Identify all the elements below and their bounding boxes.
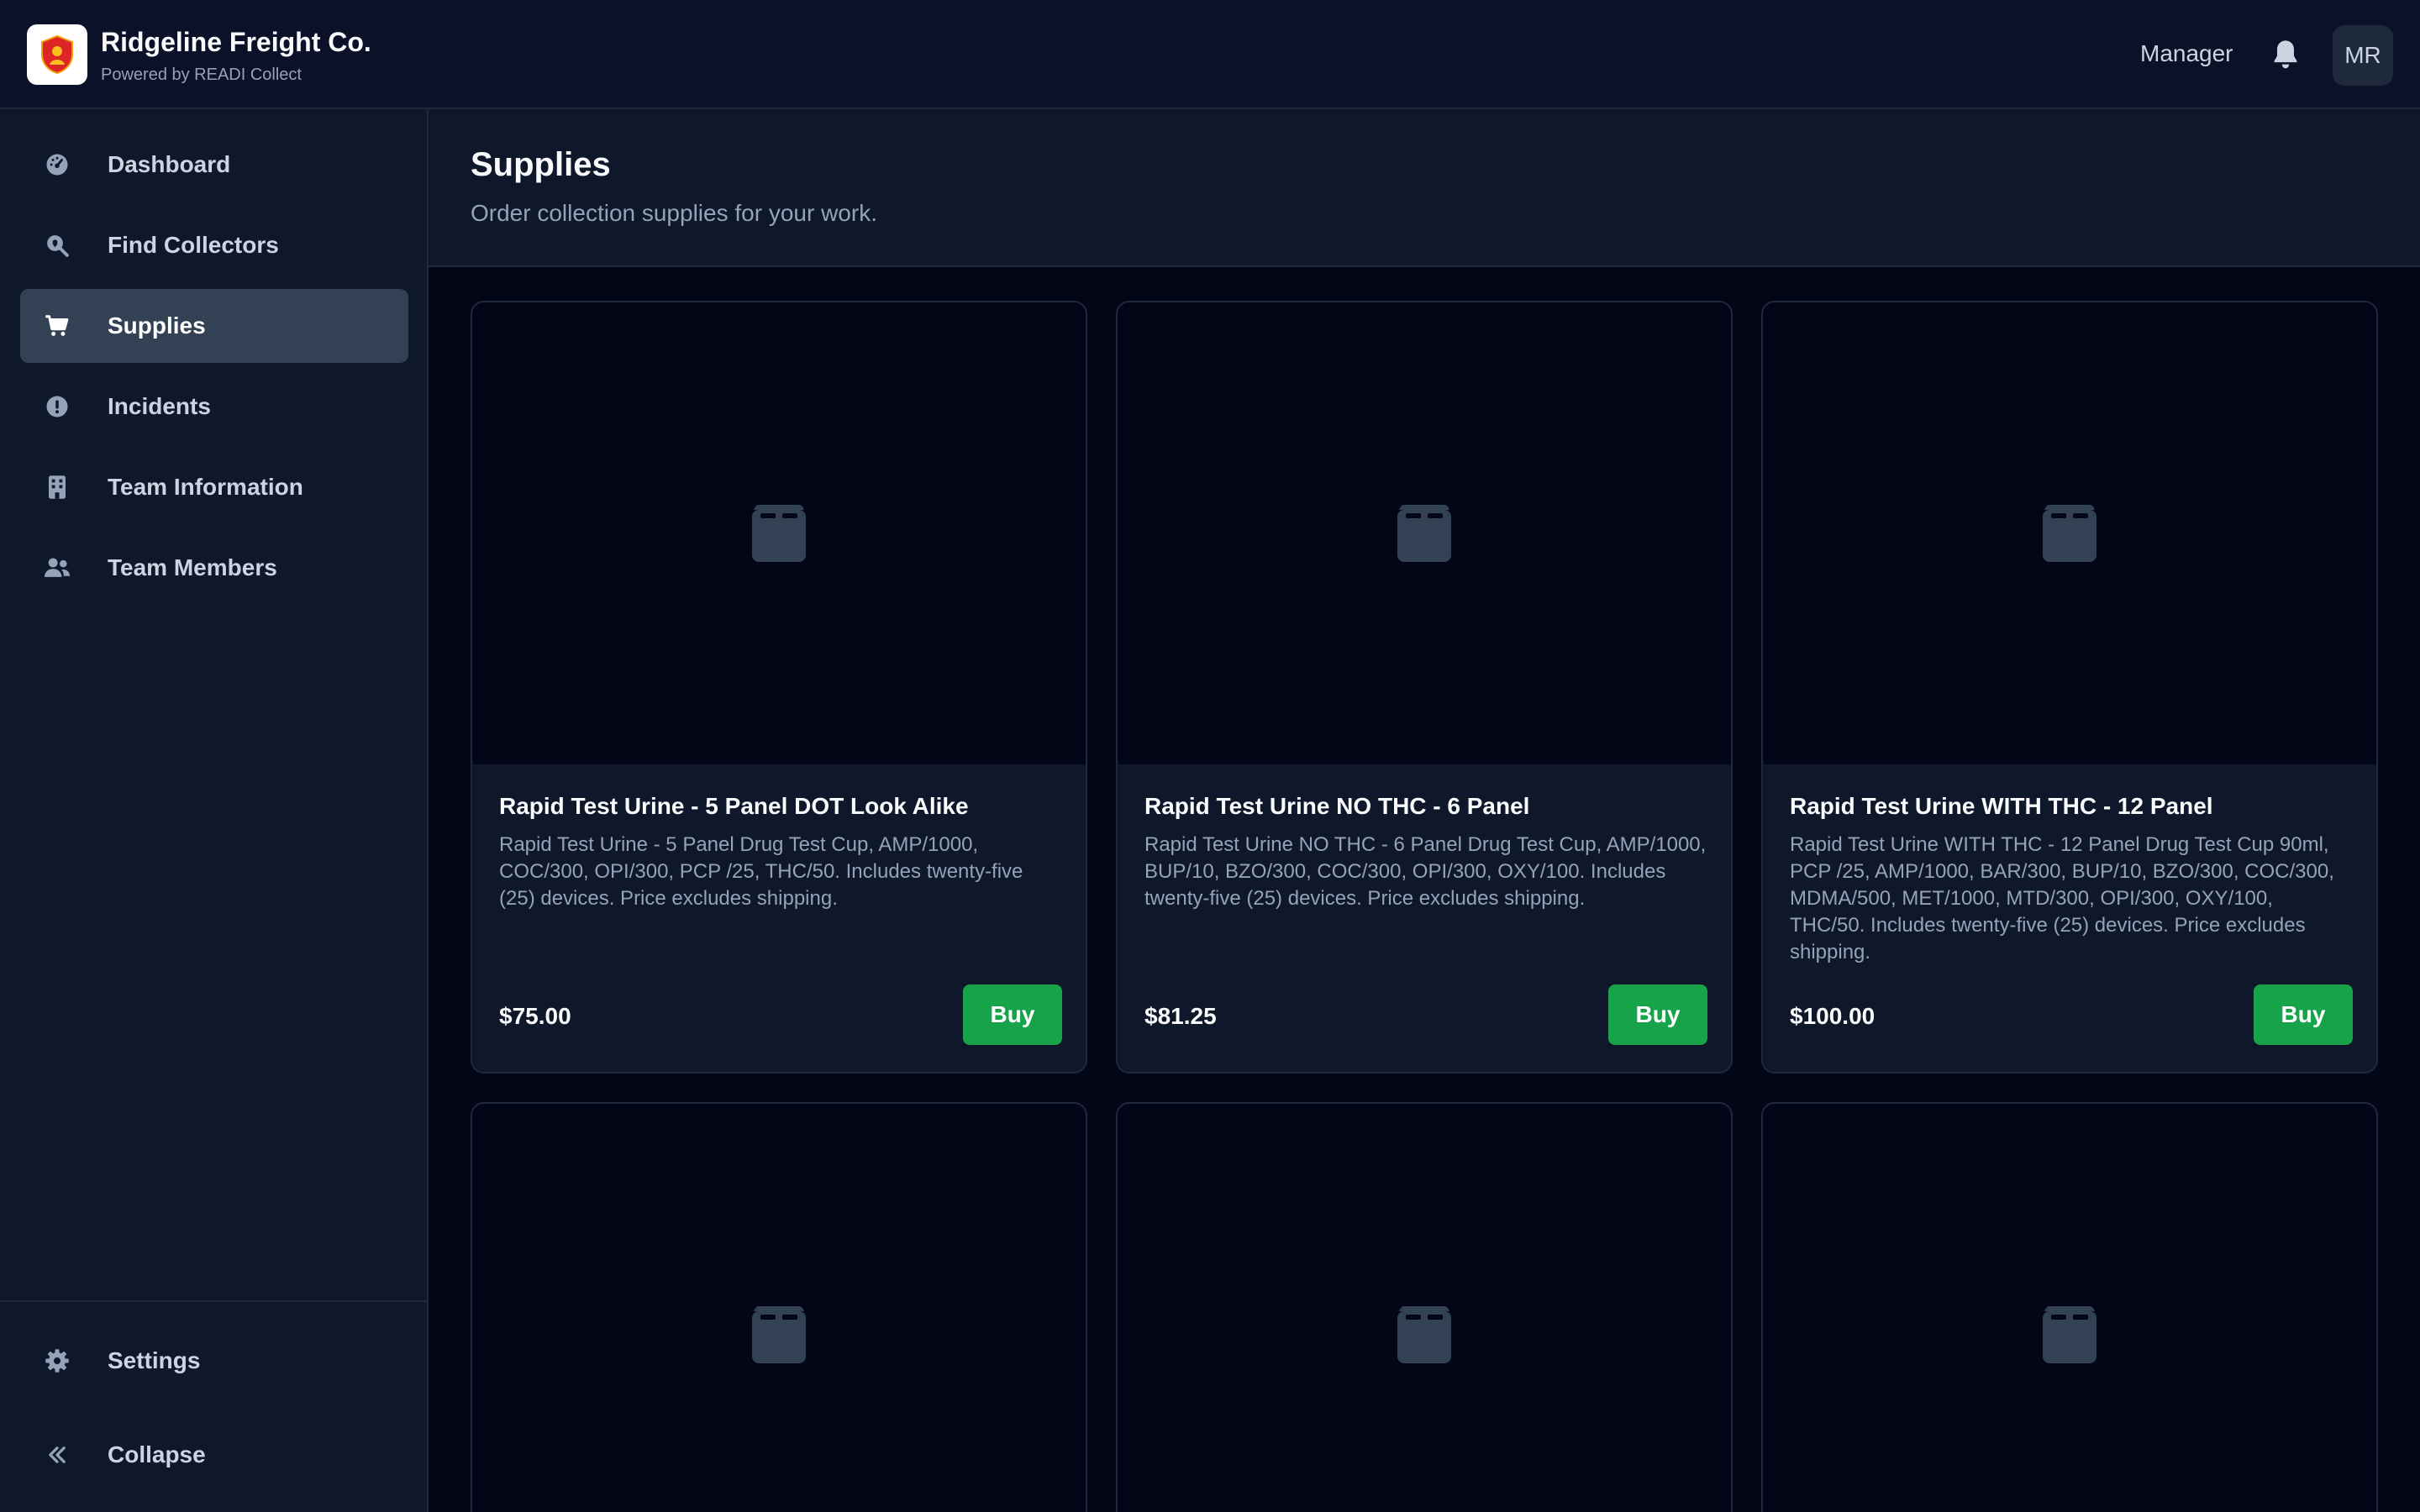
sidebar-item-dashboard[interactable]: Dashboard bbox=[20, 128, 408, 202]
brand-logo[interactable] bbox=[27, 24, 87, 85]
building-icon bbox=[40, 470, 74, 504]
sidebar: Dashboard Find Collectors Supplies Incid… bbox=[0, 109, 429, 1512]
product-image-placeholder bbox=[1118, 302, 1731, 764]
product-image-placeholder bbox=[1118, 1104, 1731, 1512]
product-card: Rapid Test Urine - 5 Panel DOT Look Alik… bbox=[471, 301, 1087, 1074]
brand-name: Ridgeline Freight Co. bbox=[101, 27, 371, 57]
buy-button[interactable]: Buy bbox=[1608, 984, 1707, 1045]
sidebar-item-team-information[interactable]: Team Information bbox=[20, 450, 408, 524]
package-icon bbox=[752, 1306, 806, 1363]
product-card bbox=[1116, 1102, 1733, 1512]
gear-icon bbox=[40, 1344, 74, 1378]
dashboard-gauge-icon bbox=[40, 148, 74, 181]
sidebar-divider bbox=[0, 1300, 427, 1302]
product-card: Rapid Test Urine WITH THC - 12 Panel Rap… bbox=[1761, 301, 2378, 1074]
sidebar-item-team-members[interactable]: Team Members bbox=[20, 531, 408, 605]
product-image-placeholder bbox=[1763, 302, 2376, 764]
sidebar-item-label: Team Members bbox=[108, 554, 277, 580]
sidebar-item-label: Supplies bbox=[108, 312, 206, 339]
package-icon bbox=[2043, 1306, 2096, 1363]
user-avatar[interactable]: MR bbox=[2333, 25, 2393, 86]
role-label: Manager bbox=[2140, 40, 2233, 66]
product-image-placeholder bbox=[1763, 1104, 2376, 1512]
page-header: Supplies Order collection supplies for y… bbox=[429, 109, 2420, 267]
sidebar-item-find-collectors[interactable]: Find Collectors bbox=[20, 208, 408, 282]
top-bar: Ridgeline Freight Co. Powered by READI C… bbox=[0, 0, 2420, 109]
sidebar-item-incidents[interactable]: Incidents bbox=[20, 370, 408, 444]
search-location-icon bbox=[40, 228, 74, 262]
sidebar-item-label: Find Collectors bbox=[108, 232, 279, 258]
collapse-sidebar-button[interactable]: Collapse bbox=[20, 1418, 408, 1492]
package-icon bbox=[2043, 505, 2096, 562]
product-image-placeholder bbox=[472, 302, 1086, 764]
sidebar-item-label: Dashboard bbox=[108, 151, 231, 177]
sidebar-item-label: Team Information bbox=[108, 474, 303, 500]
alert-circle-icon bbox=[40, 390, 74, 423]
product-title: Rapid Test Urine - 5 Panel DOT Look Alik… bbox=[499, 793, 969, 819]
double-chevron-left-icon bbox=[40, 1438, 74, 1472]
sidebar-item-supplies[interactable]: Supplies bbox=[20, 289, 408, 363]
cart-icon bbox=[40, 309, 74, 343]
settings-label: Settings bbox=[108, 1347, 201, 1373]
users-icon bbox=[40, 551, 74, 585]
product-card: Rapid Test Urine NO THC - 6 Panel Rapid … bbox=[1116, 301, 1733, 1074]
notifications-button[interactable] bbox=[2269, 38, 2302, 71]
package-icon bbox=[1397, 505, 1451, 562]
page-subtitle: Order collection supplies for your work. bbox=[471, 200, 877, 226]
product-description: Rapid Test Urine - 5 Panel Drug Test Cup… bbox=[499, 833, 1023, 910]
package-icon bbox=[752, 505, 806, 562]
product-price: $100.00 bbox=[1790, 1003, 1876, 1029]
buy-button[interactable]: Buy bbox=[2254, 984, 2353, 1045]
product-card bbox=[1761, 1102, 2378, 1512]
product-description: Rapid Test Urine WITH THC - 12 Panel Dru… bbox=[1790, 833, 2334, 963]
product-title: Rapid Test Urine WITH THC - 12 Panel bbox=[1790, 793, 2213, 819]
page-title: Supplies bbox=[471, 146, 611, 183]
buy-button[interactable]: Buy bbox=[963, 984, 1062, 1045]
product-title: Rapid Test Urine NO THC - 6 Panel bbox=[1144, 793, 1530, 819]
product-image-placeholder bbox=[472, 1104, 1086, 1512]
bell-icon bbox=[2274, 40, 2297, 69]
shield-logo-icon bbox=[41, 34, 73, 75]
product-price: $81.25 bbox=[1144, 1003, 1217, 1029]
collapse-label: Collapse bbox=[108, 1441, 206, 1467]
product-card bbox=[471, 1102, 1087, 1512]
brand-subtitle: Powered by READI Collect bbox=[101, 66, 302, 84]
sidebar-item-label: Incidents bbox=[108, 393, 211, 419]
sidebar-item-settings[interactable]: Settings bbox=[20, 1324, 408, 1398]
product-description: Rapid Test Urine NO THC - 6 Panel Drug T… bbox=[1144, 833, 1707, 910]
package-icon bbox=[1397, 1306, 1451, 1363]
product-price: $75.00 bbox=[499, 1003, 571, 1029]
main-content: Supplies Order collection supplies for y… bbox=[429, 109, 2420, 1512]
